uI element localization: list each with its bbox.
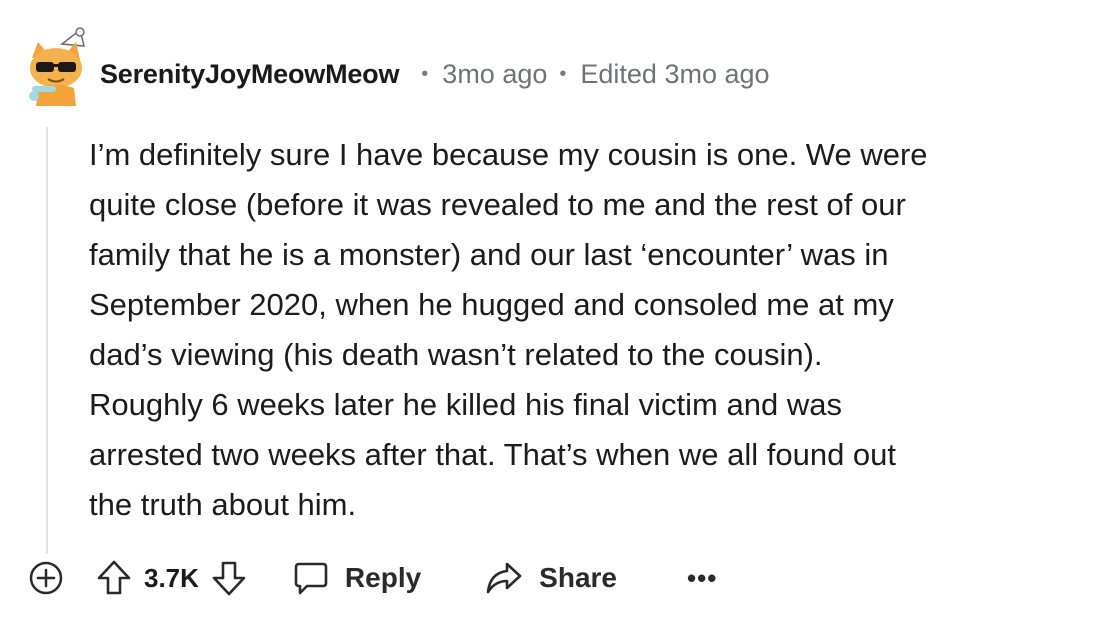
reply-label: Reply xyxy=(344,562,422,593)
cat-avatar-icon xyxy=(29,27,85,106)
comment-line: the truth about him. xyxy=(89,487,357,522)
meta-separator: • xyxy=(559,62,567,85)
arrow-down-icon[interactable] xyxy=(211,559,247,597)
author-username[interactable]: SerenityJoyMeowMeow xyxy=(100,59,399,90)
share-button[interactable]: Share xyxy=(485,560,617,596)
comment-line: I’m definitely sure I have because my co… xyxy=(89,137,928,172)
meta-separator: • xyxy=(421,62,429,85)
comment-line: September 2020, when he hugged and conso… xyxy=(89,287,894,322)
reply-button[interactable]: Reply xyxy=(293,560,421,596)
share-label: Share xyxy=(539,562,617,593)
more-options-button[interactable]: ••• xyxy=(687,563,717,594)
speech-bubble-icon xyxy=(293,560,329,596)
comment-actions: 3.7K Reply Share ••• xyxy=(28,556,717,600)
vote-score: 3.7K xyxy=(144,562,199,593)
comment-line: quite close (before it was revealed to m… xyxy=(89,187,906,222)
comment-line: arrested two weeks after that. That’s wh… xyxy=(89,437,897,472)
share-arrow-icon xyxy=(485,560,523,596)
edited-label: Edited 3mo ago xyxy=(580,58,770,89)
comment-body: I’m definitely sure I have because my co… xyxy=(89,130,1089,530)
comment-line: family that he is a monster) and our las… xyxy=(89,237,889,272)
comment-line: Roughly 6 weeks later he killed his fina… xyxy=(89,387,842,422)
comment-age[interactable]: 3mo ago xyxy=(442,59,547,90)
arrow-up-icon[interactable] xyxy=(96,559,132,597)
thread-line[interactable] xyxy=(46,127,48,554)
plus-circle-icon[interactable] xyxy=(28,560,64,596)
comment-line: dad’s viewing (his death wasn’t related … xyxy=(89,337,823,372)
avatar[interactable] xyxy=(22,24,94,108)
vote-group: 3.7K xyxy=(96,559,247,597)
comment-header: SerenityJoyMeowMeow • 3mo ago • Edited 3… xyxy=(100,52,770,96)
